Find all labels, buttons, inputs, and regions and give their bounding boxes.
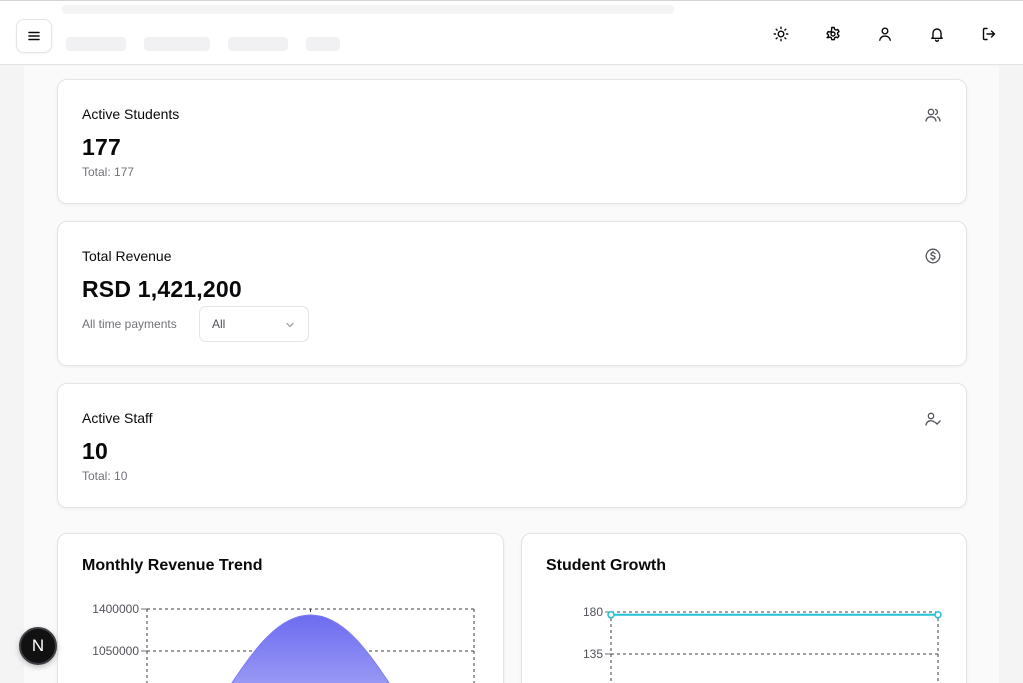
active-students-total: Total: 177 bbox=[82, 165, 135, 179]
revenue-trend-card: Monthly Revenue Trend 1400000 1050000 bbox=[57, 533, 504, 683]
theme-toggle-button[interactable] bbox=[768, 21, 794, 47]
logout-button[interactable] bbox=[976, 21, 1002, 47]
sun-icon bbox=[773, 26, 789, 42]
y-tick-label: 1050000 bbox=[92, 644, 139, 658]
ghost-tabs bbox=[66, 37, 340, 51]
select-value: All bbox=[212, 317, 226, 331]
nextjs-dev-badge[interactable]: N bbox=[19, 627, 57, 665]
active-students-value: 177 bbox=[82, 134, 121, 160]
user-icon bbox=[879, 27, 891, 41]
ghost-tab bbox=[228, 37, 288, 51]
ghost-tab bbox=[306, 37, 340, 51]
top-navbar bbox=[0, 0, 1023, 65]
dollar-circle-icon bbox=[925, 248, 941, 264]
card-title: Total Revenue bbox=[82, 248, 172, 264]
gear-icon bbox=[826, 26, 840, 41]
payment-period-select[interactable]: All bbox=[199, 306, 309, 342]
student-growth-card: Student Growth 180 135 bbox=[521, 533, 967, 683]
total-revenue-caption: All time payments bbox=[82, 317, 177, 331]
badge-label: N bbox=[31, 636, 45, 655]
total-revenue-card: Total Revenue RSD 1,421,200 All time pay… bbox=[57, 221, 967, 366]
profile-button[interactable] bbox=[872, 21, 898, 47]
y-tick-label: 1400000 bbox=[92, 602, 139, 616]
settings-button[interactable] bbox=[820, 21, 846, 47]
active-students-card: Active Students 177 Total: 177 bbox=[57, 79, 967, 204]
card-title: Active Students bbox=[82, 106, 180, 122]
user-check-icon bbox=[925, 412, 941, 426]
ghost-tab bbox=[66, 37, 126, 51]
ghost-header-line bbox=[62, 5, 674, 14]
chevron-down-icon bbox=[286, 322, 294, 328]
ghost-tab bbox=[144, 37, 210, 51]
menu-button[interactable] bbox=[16, 19, 52, 53]
active-staff-total: Total: 10 bbox=[82, 469, 128, 483]
menu-icon bbox=[28, 31, 40, 41]
card-title: Active Staff bbox=[82, 410, 153, 426]
revenue-area-chart: 1400000 1050000 bbox=[92, 602, 475, 683]
users-icon bbox=[925, 108, 941, 122]
data-point bbox=[934, 611, 942, 619]
bell-icon bbox=[931, 28, 943, 42]
active-staff-card: Active Staff 10 Total: 10 bbox=[57, 383, 967, 508]
y-tick-label: 180 bbox=[583, 605, 603, 619]
revenue-area bbox=[231, 614, 390, 683]
active-staff-value: 10 bbox=[82, 438, 108, 464]
total-revenue-value: RSD 1,421,200 bbox=[82, 276, 242, 302]
logout-icon bbox=[982, 27, 996, 41]
notifications-button[interactable] bbox=[924, 21, 950, 47]
data-point bbox=[607, 611, 615, 619]
y-tick-label: 135 bbox=[583, 647, 603, 661]
student-line-chart: 180 135 bbox=[583, 605, 942, 683]
